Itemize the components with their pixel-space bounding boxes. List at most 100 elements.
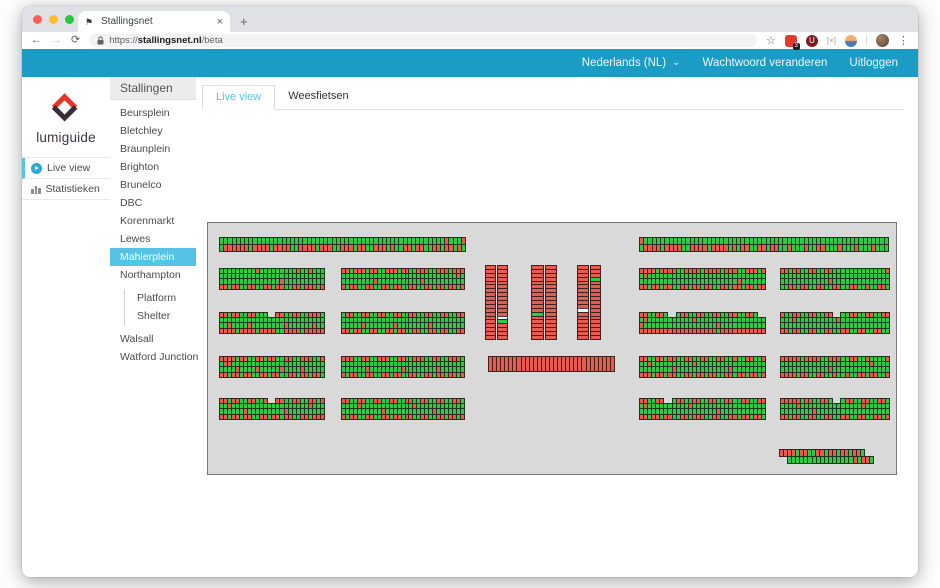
rack-row [219,285,324,291]
stallingen-panel: Stallingen BeurspleinBletchleyBraunplein… [110,77,196,577]
stallingen-title: Stallingen [110,77,196,100]
app-header: Nederlands (NL) ⌄ Wachtwoord veranderen … [22,49,918,77]
rack-rm4 [639,356,765,378]
browser-window: ⚑ Stallingsnet × + ← → ⟳ https://stallin… [22,6,918,577]
parking-slot [320,284,325,291]
rack-fr4 [780,356,889,378]
parking-slot [610,356,615,372]
browser-tabstrip: ⚑ Stallingsnet × + [22,6,918,32]
stalling-item-mahlerplein[interactable]: Mahlerplein [110,248,196,266]
stalling-item-shelter[interactable]: Shelter [125,307,196,325]
stalling-item-lewes[interactable]: Lewes [110,230,196,248]
stallingen-list: BeurspleinBletchleyBraunpleinBrightonBru… [110,100,196,366]
extension-bracket-icon[interactable]: [×] [827,35,836,47]
stalling-item-beursplein[interactable]: Beursplein [110,104,196,122]
site-favicon-icon: ⚑ [85,17,95,27]
rack-row [219,415,324,421]
stalling-item-northampton[interactable]: Northampton [110,266,196,284]
tab-close-icon[interactable]: × [217,16,223,28]
rack-row [341,373,464,379]
address-bar[interactable]: https://stallingsnet.nl/beta [89,34,757,47]
parking-slot [869,456,874,464]
back-icon[interactable]: ← [31,35,42,46]
stalling-item-bletchley[interactable]: Bletchley [110,122,196,140]
brand-name: lumiguide [22,130,110,145]
rack-a4 [219,356,324,378]
parking-slot [761,284,766,291]
rack-column [590,265,602,339]
padlock-icon [97,36,104,45]
rack-row [341,415,464,421]
rack-row [780,285,889,291]
parking-slot [885,328,890,335]
statistics-icon [31,185,41,194]
rack-rm2 [639,268,765,290]
parking-slot [461,244,466,253]
url-text: https://stallingsnet.nl/beta [109,35,223,46]
rack-mid4 [488,356,614,372]
change-password-link[interactable]: Wachtwoord veranderen [703,57,828,69]
language-selector[interactable]: Nederlands (NL) ⌄ [582,57,681,69]
parking-slot [485,335,496,340]
rack-row [488,356,614,372]
sidebar-item-live-view[interactable]: Live view [22,158,110,179]
parking-slot [320,414,325,421]
stalling-item-watford-junction[interactable]: Watford Junction [110,348,196,366]
logout-link[interactable]: Uitloggen [849,57,898,69]
parking-slot [884,244,889,253]
parking-slot [761,414,766,421]
parking-slot [460,328,465,335]
tab-live-view[interactable]: Live view [202,85,275,110]
rack-row [780,373,889,379]
bookmark-star-icon[interactable]: ☆ [766,34,776,47]
browser-menu-icon[interactable]: ⋮ [898,34,909,47]
new-tab-button[interactable]: + [240,14,248,29]
rack-br-bottom [787,456,873,464]
sidebar-nav: Live view Statistieken [22,157,110,200]
parking-slot [497,335,508,340]
rack-column [577,265,589,339]
parking-slot [460,372,465,379]
lumiguide-logo-icon [49,91,83,123]
browser-tab[interactable]: ⚑ Stallingsnet × [78,11,230,32]
parking-slot [460,284,465,291]
rack-row [639,415,765,421]
extension-ublock-icon[interactable]: U [806,35,818,47]
stalling-item-brighton[interactable]: Brighton [110,158,196,176]
sidebar-item-label: Statistieken [46,183,100,195]
live-view-icon [31,163,42,174]
rack-column [531,265,544,339]
stalling-item-brunelco[interactable]: Brunelco [110,176,196,194]
forward-icon[interactable]: → [51,35,62,46]
rack-top-left [219,237,465,252]
stalling-item-walsall[interactable]: Walsall [110,330,196,348]
rack-v2 [531,265,557,339]
rack-a5 [219,398,324,420]
stalling-item-braunplein[interactable]: Braunplein [110,140,196,158]
reload-icon[interactable]: ⟳ [71,35,80,46]
minimize-window-button[interactable] [49,15,58,24]
parking-slot [531,335,544,340]
parking-slot [761,328,766,335]
rack-rm5 [639,398,765,420]
parking-slot [320,328,325,335]
stalling-sublist: PlatformShelter [124,289,196,325]
parking-slot [761,372,766,379]
rack-row [341,329,464,335]
chevron-down-icon: ⌄ [672,58,680,68]
stalling-item-korenmarkt[interactable]: Korenmarkt [110,212,196,230]
parking-slot [460,414,465,421]
stalling-item-dbc[interactable]: DBC [110,194,196,212]
maximize-window-button[interactable] [65,15,74,24]
close-window-button[interactable] [33,15,42,24]
stalling-item-platform[interactable]: Platform [125,289,196,307]
rack-column [545,265,558,339]
profile-avatar[interactable] [876,34,889,47]
parking-slot [590,335,602,340]
rack-row [787,456,873,464]
sidebar-item-statistieken[interactable]: Statistieken [22,179,110,200]
extension-pin-icon[interactable]: 3 [785,35,797,47]
rack-row [639,285,765,291]
extension-round-icon[interactable] [845,35,857,47]
tab-weesfietsen[interactable]: Weesfietsen [275,85,361,110]
